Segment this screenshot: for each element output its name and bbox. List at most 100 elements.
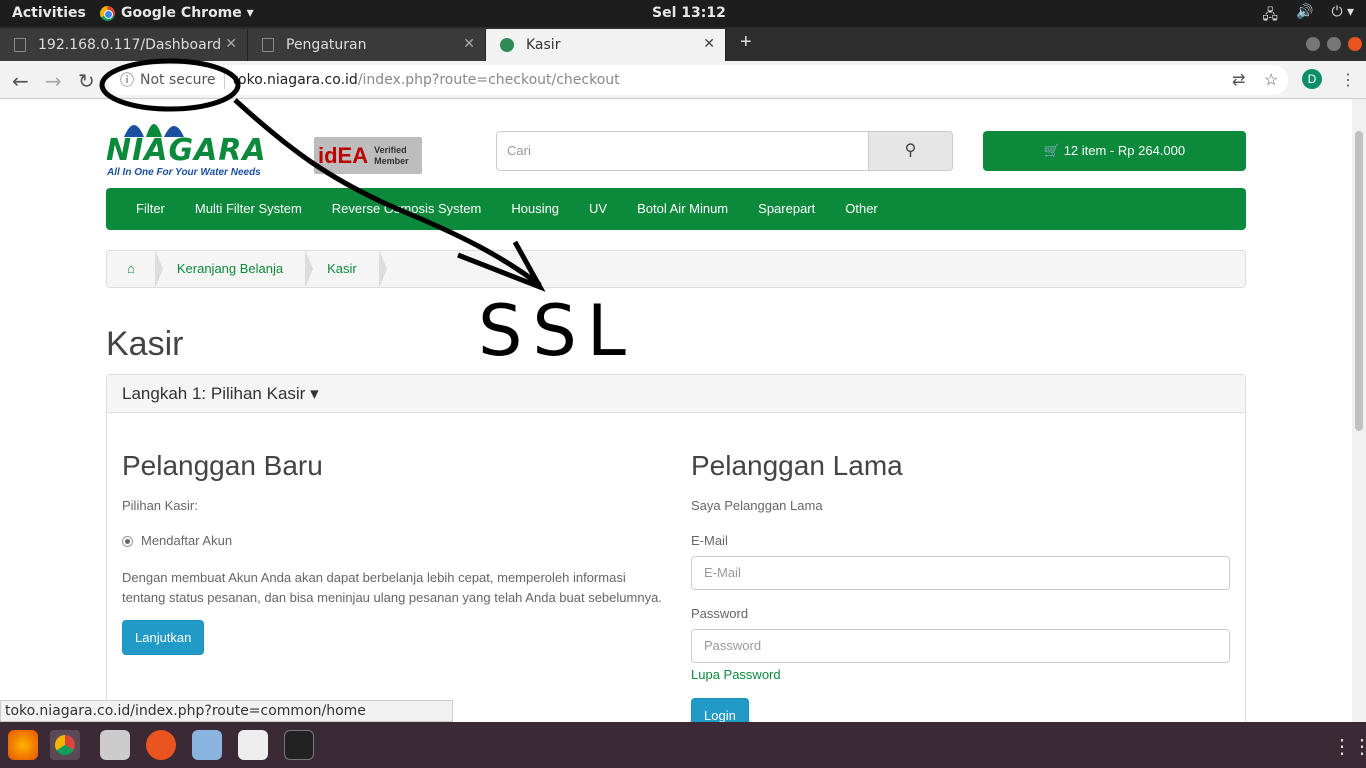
main-menu: Filter Multi Filter System Reverse Osmos… — [106, 188, 1246, 230]
files-icon[interactable] — [100, 730, 130, 760]
tab-label: Pengaturan — [286, 37, 367, 53]
breadcrumb-cart[interactable]: Keranjang Belanja — [155, 250, 314, 288]
tab-pengaturan[interactable]: Pengaturan ✕ — [248, 29, 486, 61]
volume-icon[interactable]: 🔊 — [1296, 4, 1313, 28]
security-status[interactable]: Not secure — [140, 72, 216, 88]
menu-icon[interactable]: ⋮ — [1340, 70, 1356, 90]
returning-customer-column: Pelanggan Lama Saya Pelanggan Lama E-Mai… — [691, 450, 1236, 722]
menu-item-filter[interactable]: Filter — [121, 188, 180, 230]
menu-item-reverse-osmosis[interactable]: Reverse Osmosis System — [317, 188, 497, 230]
password-field[interactable]: Password — [691, 629, 1230, 663]
verified-member-label: Verified Member — [374, 144, 409, 166]
virtualbox-icon[interactable] — [192, 730, 222, 760]
text-editor-icon[interactable] — [238, 730, 268, 760]
search-icon: ⚲ — [904, 142, 917, 159]
email-field[interactable]: E-Mail — [691, 556, 1230, 590]
power-icon[interactable]: ⏻ ▾ — [1331, 4, 1354, 28]
brand-name: NIAGARA — [106, 133, 267, 168]
address-bar[interactable]: ⓘ Not secure toko.niagara.co.id /index.p… — [108, 65, 1288, 95]
register-description-line: tentang status pesanan, dan bisa meninja… — [122, 590, 662, 605]
new-customer-column: Pelanggan Baru Pilihan Kasir: Mendaftar … — [122, 450, 682, 655]
page-icon — [262, 38, 274, 52]
brand-tagline: All In One For Your Water Needs — [107, 167, 261, 178]
login-button[interactable]: Login — [691, 698, 749, 722]
show-apps-icon[interactable]: ⋮⋮ — [1332, 734, 1366, 759]
profile-avatar[interactable]: D — [1302, 69, 1322, 89]
tab-dashboard[interactable]: 192.168.0.117/Dashboard ✕ — [0, 29, 248, 61]
returning-customer-subtitle: Saya Pelanggan Lama — [691, 498, 823, 513]
firefox-icon[interactable] — [8, 730, 38, 760]
web-page: NIAGARA All In One For Your Water Needs … — [0, 99, 1352, 722]
app-menu[interactable]: Google Chrome ▾ — [100, 5, 254, 21]
close-icon[interactable]: ✕ — [225, 36, 237, 52]
menu-item-housing[interactable]: Housing — [496, 188, 574, 230]
clock[interactable]: Sel 13:12 — [652, 5, 726, 21]
close-icon[interactable]: ✕ — [703, 36, 715, 52]
taskbar: ⋮⋮ — [0, 722, 1366, 768]
cart-button[interactable]: 🛒 12 item - Rp 264.000 — [983, 131, 1246, 171]
search-button[interactable]: ⚲ — [868, 131, 953, 171]
browser-toolbar: ← → ↻ ⓘ Not secure toko.niagara.co.id /i… — [0, 61, 1366, 99]
terminal-icon[interactable] — [284, 730, 314, 760]
menu-item-other[interactable]: Other — [830, 188, 893, 230]
tab-label: Kasir — [526, 37, 561, 53]
register-description-line: Dengan membuat Akun Anda akan dapat berb… — [122, 570, 626, 585]
app-menu-label: Google Chrome ▾ — [121, 5, 254, 21]
url-host: toko.niagara.co.id — [232, 72, 358, 88]
idea-logo: idEA — [318, 142, 369, 168]
register-option[interactable]: Mendaftar Akun — [122, 533, 682, 548]
password-placeholder: Password — [704, 638, 762, 653]
reload-button[interactable]: ↻ — [78, 69, 95, 93]
email-label: E-Mail — [691, 533, 728, 548]
window-close-button[interactable] — [1348, 37, 1362, 51]
divider — [223, 71, 225, 89]
continue-button[interactable]: Lanjutkan — [122, 620, 205, 655]
network-icon[interactable]: 🖧 — [1262, 4, 1278, 28]
new-customer-title: Pelanggan Baru — [122, 450, 323, 481]
menu-item-uv[interactable]: UV — [574, 188, 622, 230]
maximize-button[interactable] — [1327, 37, 1341, 51]
menu-item-sparepart[interactable]: Sparepart — [743, 188, 830, 230]
tab-label: 192.168.0.117/Dashboard — [38, 37, 222, 53]
site-logo[interactable]: NIAGARA All In One For Your Water Needs — [106, 111, 296, 179]
search-placeholder: Cari — [507, 143, 531, 158]
scrollbar[interactable] — [1352, 99, 1366, 722]
info-icon[interactable]: ⓘ — [120, 70, 134, 90]
new-tab-button[interactable]: + — [740, 31, 752, 54]
home-icon[interactable]: ⌂ — [107, 250, 163, 288]
system-tray[interactable]: 🖧 🔊 ⏻ ▾ — [1262, 4, 1354, 28]
breadcrumb: ⌂ Keranjang Belanja Kasir — [106, 250, 1246, 288]
activities-button[interactable]: Activities — [12, 5, 86, 21]
scrollbar-thumb[interactable] — [1355, 131, 1363, 431]
forward-button[interactable]: → — [45, 69, 62, 93]
site-favicon-icon — [500, 38, 514, 52]
chrome-icon — [100, 5, 115, 21]
url-path: /index.php?route=checkout/checkout — [357, 72, 620, 88]
radio-button[interactable] — [122, 536, 133, 548]
password-label: Password — [691, 606, 749, 621]
system-top-bar: Activities Google Chrome ▾ Sel 13:12 🖧 🔊… — [0, 0, 1366, 27]
radio-label: Mendaftar Akun — [141, 533, 233, 548]
checkout-panel: Langkah 1: Pilihan Kasir ▾ Pelanggan Bar… — [106, 374, 1246, 722]
breadcrumb-kasir[interactable]: Kasir — [305, 250, 387, 288]
translate-icon[interactable]: ⇄ — [1232, 70, 1245, 90]
minimize-button[interactable] — [1306, 37, 1320, 51]
page-title: Kasir — [106, 325, 184, 363]
link-status-bar: toko.niagara.co.id/index.php?route=commo… — [0, 700, 453, 722]
menu-item-botol[interactable]: Botol Air Minum — [622, 188, 743, 230]
back-button[interactable]: ← — [12, 69, 29, 93]
tab-strip: 192.168.0.117/Dashboard ✕ Pengaturan ✕ K… — [0, 27, 1366, 61]
apps-icon[interactable] — [146, 730, 176, 760]
step-heading[interactable]: Langkah 1: Pilihan Kasir ▾ — [107, 375, 1245, 413]
tab-kasir[interactable]: Kasir ✕ — [486, 29, 726, 61]
email-placeholder: E-Mail — [704, 565, 741, 580]
forgot-password-link[interactable]: Lupa Password — [691, 667, 1236, 682]
returning-customer-title: Pelanggan Lama — [691, 450, 903, 481]
close-icon[interactable]: ✕ — [463, 36, 475, 52]
chrome-taskbar-icon[interactable] — [50, 730, 80, 760]
page-icon — [14, 38, 26, 52]
idea-verified-badge: idEA Verified Member — [314, 137, 422, 174]
search-input[interactable]: Cari — [496, 131, 869, 171]
menu-item-multi-filter[interactable]: Multi Filter System — [180, 188, 317, 230]
bookmark-star-icon[interactable]: ☆ — [1264, 70, 1278, 90]
